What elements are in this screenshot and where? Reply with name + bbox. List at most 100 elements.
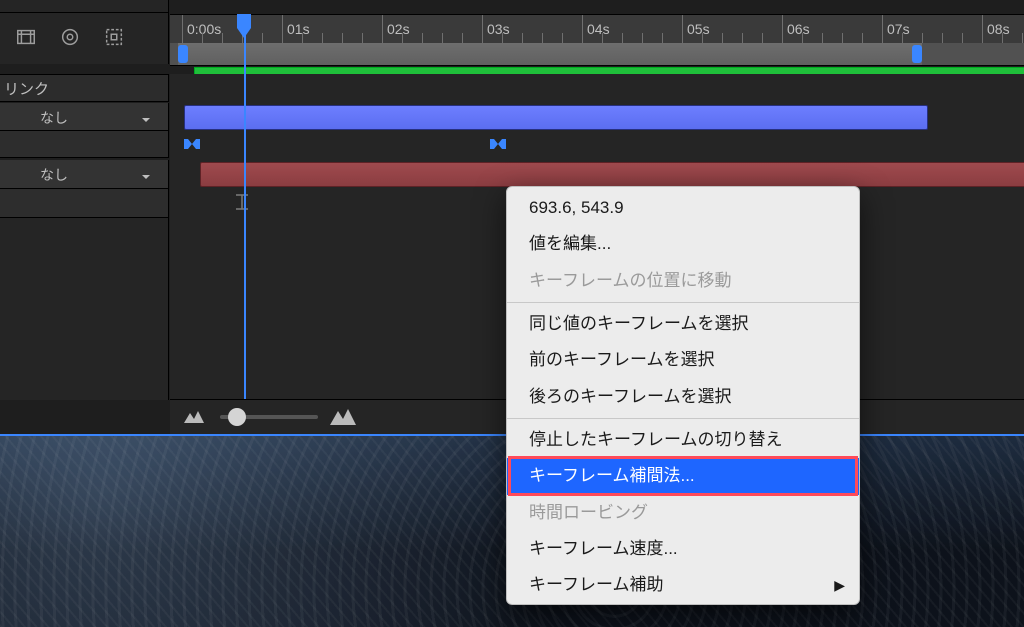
- time-tick: 02s: [382, 15, 383, 43]
- work-area-bar[interactable]: [178, 43, 922, 65]
- time-tick-label: 05s: [687, 21, 710, 37]
- menu-value-display: 693.6, 543.9: [507, 187, 859, 226]
- chevron-down-icon: [140, 170, 152, 182]
- layer2-bar[interactable]: [200, 162, 1024, 187]
- tracks-header-gap: [170, 74, 1024, 103]
- time-tick-minor: [662, 33, 663, 43]
- time-tick-minor: [302, 33, 303, 43]
- menu-separator: [507, 302, 859, 303]
- menu-select-following-keyframes[interactable]: 後ろのキーフレームを選択: [507, 379, 859, 415]
- time-tick: 06s: [782, 15, 783, 43]
- left-header-area: [0, 0, 169, 64]
- layer1-property-row: [0, 131, 169, 158]
- time-tick-minor: [362, 33, 363, 43]
- layer2-property-row: [0, 189, 169, 218]
- playhead-handle[interactable]: [235, 14, 253, 38]
- time-tick-minor: [642, 33, 643, 43]
- menu-keyframe-interpolation[interactable]: キーフレーム補間法...: [507, 458, 859, 494]
- time-tick-label: 01s: [287, 21, 310, 37]
- ruler-labels: 0:00s 01s 02s 03s 04s 05s 06s 07s 08s: [170, 15, 1024, 44]
- divider: [0, 12, 168, 13]
- zoom-out-icon[interactable]: [184, 409, 204, 423]
- time-tick-minor: [322, 33, 323, 43]
- time-tick-minor: [202, 33, 203, 43]
- submenu-arrow-icon: ▶: [834, 575, 845, 597]
- graph-editor-icon[interactable]: [102, 25, 126, 49]
- time-tick-minor: [562, 33, 563, 43]
- dropdown-label: なし: [40, 165, 68, 185]
- ae-timeline-window: 0:00s 01s 02s 03s 04s 05s 06s 07s 08s リンク なし なし: [0, 0, 1024, 627]
- time-tick-minor: [222, 33, 223, 43]
- time-tick-label: 04s: [587, 21, 610, 37]
- time-tick-label: 07s: [887, 21, 910, 37]
- menu-goto-keyframe-time: キーフレームの位置に移動: [507, 263, 859, 299]
- menu-rove-across-time: 時間ロービング: [507, 495, 859, 531]
- menu-keyframe-velocity[interactable]: キーフレーム速度...: [507, 531, 859, 567]
- time-tick-minor: [262, 33, 263, 43]
- keyframe-context-menu: 693.6, 543.9 値を編集... キーフレームの位置に移動 同じ値のキー…: [506, 186, 860, 605]
- chevron-down-icon: [140, 113, 152, 125]
- playhead[interactable]: [244, 14, 246, 404]
- time-tick-label: 06s: [787, 21, 810, 37]
- time-ruler[interactable]: 0:00s 01s 02s 03s 04s 05s 06s 07s 08s: [170, 14, 1024, 66]
- layer2-parent-dropdown[interactable]: なし: [36, 164, 156, 186]
- time-tick-minor: [542, 33, 543, 43]
- parent-link-label: リンク: [4, 78, 49, 99]
- zoom-in-icon[interactable]: [330, 409, 356, 425]
- menu-select-equal-keyframes[interactable]: 同じ値のキーフレームを選択: [507, 306, 859, 342]
- layer1-bar[interactable]: [184, 105, 928, 130]
- menu-item-label: キーフレーム補助: [529, 575, 663, 594]
- menu-edit-value[interactable]: 値を編集...: [507, 226, 859, 262]
- time-tick-minor: [942, 33, 943, 43]
- time-tick-minor: [702, 33, 703, 43]
- work-area-start-handle[interactable]: [178, 45, 188, 63]
- time-tick: 01s: [282, 15, 283, 43]
- left-empty-area: [0, 218, 169, 400]
- keyframe-marker[interactable]: [184, 136, 200, 152]
- time-tick: 0:00s: [182, 15, 183, 43]
- time-tick-minor: [842, 33, 843, 43]
- zoom-slider-knob[interactable]: [228, 408, 246, 426]
- menu-keyframe-assistant[interactable]: キーフレーム補助 ▶: [507, 567, 859, 603]
- time-tick-minor: [462, 33, 463, 43]
- header-toolbar: [14, 25, 126, 49]
- time-tick-minor: [862, 33, 863, 43]
- time-tick-minor: [1002, 33, 1003, 43]
- menu-separator: [507, 418, 859, 419]
- dropdown-label: なし: [40, 108, 68, 128]
- time-tick-label: 03s: [487, 21, 510, 37]
- time-tick-minor: [522, 33, 523, 43]
- render-queue-icon[interactable]: [14, 25, 38, 49]
- time-tick-minor: [602, 33, 603, 43]
- time-tick-minor: [722, 33, 723, 43]
- time-tick-minor: [762, 33, 763, 43]
- time-tick-minor: [822, 33, 823, 43]
- work-area-track[interactable]: [170, 43, 1024, 65]
- time-tick-minor: [622, 33, 623, 43]
- time-tick-minor: [802, 33, 803, 43]
- keyframe-marker[interactable]: [490, 136, 506, 152]
- time-tick: 05s: [682, 15, 683, 43]
- time-tick-minor: [442, 33, 443, 43]
- time-tick-minor: [422, 33, 423, 43]
- menu-select-previous-keyframes[interactable]: 前のキーフレームを選択: [507, 342, 859, 378]
- layer1-parent-dropdown[interactable]: なし: [36, 107, 156, 129]
- time-tick-minor: [1022, 33, 1023, 43]
- time-tick-minor: [402, 33, 403, 43]
- time-tick: 07s: [882, 15, 883, 43]
- time-tick-label: 02s: [387, 21, 410, 37]
- motion-blur-icon[interactable]: [58, 25, 82, 49]
- time-tick-minor: [342, 33, 343, 43]
- menu-toggle-hold-keyframe[interactable]: 停止したキーフレームの切り替え: [507, 422, 859, 458]
- time-tick-minor: [742, 33, 743, 43]
- time-tick: 03s: [482, 15, 483, 43]
- time-tick-minor: [502, 33, 503, 43]
- layer1-parent-row: なし: [0, 103, 169, 131]
- time-tick-minor: [902, 33, 903, 43]
- in-point-indicator[interactable]: [235, 194, 249, 210]
- time-tick-minor: [962, 33, 963, 43]
- time-tick-minor: [922, 33, 923, 43]
- work-area-end-handle[interactable]: [912, 45, 922, 63]
- time-tick: 08s: [982, 15, 983, 43]
- time-tick-label: 0:00s: [187, 21, 221, 37]
